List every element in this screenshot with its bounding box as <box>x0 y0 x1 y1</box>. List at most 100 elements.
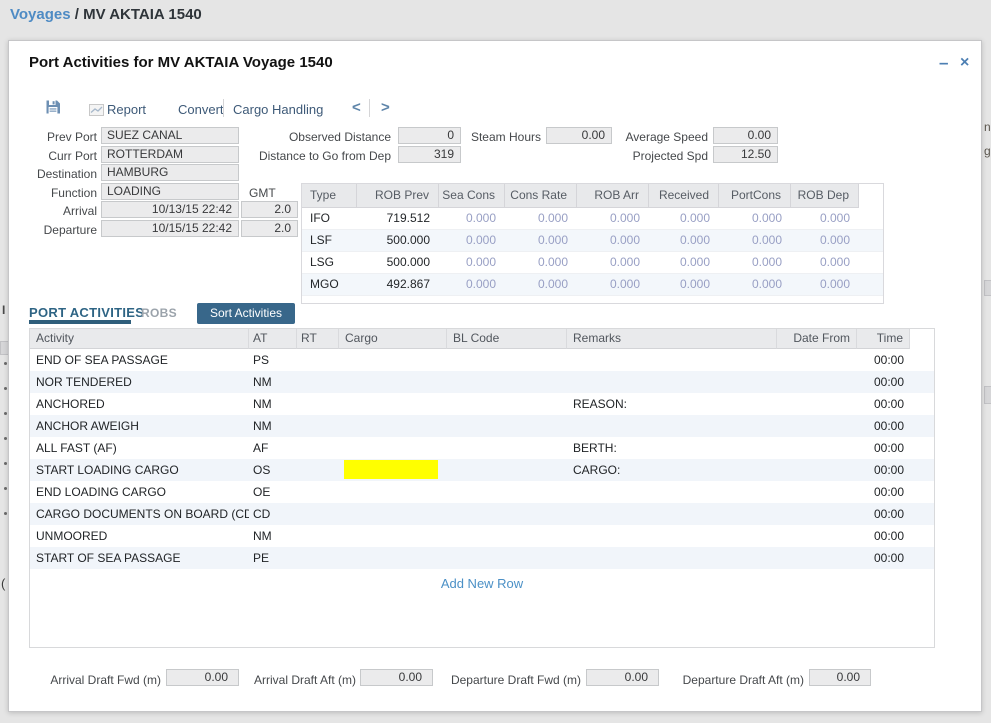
rob-prev-cell[interactable]: 500.000 <box>357 252 439 273</box>
destination-field[interactable]: HAMBURG <box>101 164 239 181</box>
dialog-title: Port Activities for MV AKTAIA Voyage 154… <box>29 54 333 71</box>
average-speed-field[interactable]: 0.00 <box>713 127 778 144</box>
convert-button[interactable]: Convert <box>178 102 224 117</box>
background-bullet <box>4 387 7 390</box>
rob-arr-cell[interactable]: 0.000 <box>577 274 649 295</box>
cargo-highlight-field[interactable] <box>344 460 438 479</box>
gmt-arrival-field[interactable]: 2.0 <box>241 201 298 218</box>
activity-row[interactable]: NOR TENDERED NM 00:00 <box>30 371 934 393</box>
date-from-cell <box>777 547 857 569</box>
next-arrow-icon[interactable]: > <box>381 99 390 116</box>
time-cell[interactable]: 00:00 <box>857 371 910 393</box>
remarks-cell <box>567 371 777 393</box>
activity-row[interactable]: START OF SEA PASSAGE PE 00:00 <box>30 547 934 569</box>
curr-port-field[interactable]: ROTTERDAM <box>101 146 239 163</box>
time-cell[interactable]: 00:00 <box>857 503 910 525</box>
portcons-cell[interactable]: 0.000 <box>719 274 791 295</box>
breadcrumb-voyages-link[interactable]: Voyages <box>10 6 71 23</box>
arrival-field[interactable]: 10/13/15 22:42 <box>101 201 239 218</box>
activity-row[interactable]: START LOADING CARGO OS CARGO: 00:00 <box>30 459 934 481</box>
gmt-departure-field[interactable]: 2.0 <box>241 220 298 237</box>
rob-arr-cell[interactable]: 0.000 <box>577 208 649 229</box>
rob-prev-cell[interactable]: 500.000 <box>357 230 439 251</box>
background-fragment-text: I <box>2 303 5 317</box>
portcons-cell[interactable]: 0.000 <box>719 230 791 251</box>
rob-row-lsg: LSG 500.000 0.000 0.000 0.000 0.000 0.00… <box>302 252 883 274</box>
cons-rate-cell[interactable]: 0.000 <box>505 252 577 273</box>
rob-dep-cell[interactable]: 0.000 <box>791 208 859 229</box>
rob-row-mgo: MGO 492.867 0.000 0.000 0.000 0.000 0.00… <box>302 274 883 296</box>
prev-port-field[interactable]: SUEZ CANAL <box>101 127 239 144</box>
activity-row[interactable]: ALL FAST (AF) AF BERTH: 00:00 <box>30 437 934 459</box>
sea-cons-cell[interactable]: 0.000 <box>439 230 505 251</box>
rt-cell <box>297 371 339 393</box>
breadcrumb-current-voyage: MV AKTAIA 1540 <box>83 6 202 23</box>
projected-speed-field[interactable]: 12.50 <box>713 146 778 163</box>
activity-row[interactable]: END LOADING CARGO OE 00:00 <box>30 481 934 503</box>
activity-row[interactable]: CARGO DOCUMENTS ON BOARD (CD) CD 00:00 <box>30 503 934 525</box>
cargo-cell <box>339 371 447 393</box>
time-cell[interactable]: 00:00 <box>857 547 910 569</box>
port-activities-dialog: Port Activities for MV AKTAIA Voyage 154… <box>8 40 982 712</box>
departure-draft-fwd-label: Departure Draft Fwd (m) <box>449 673 581 687</box>
received-cell[interactable]: 0.000 <box>649 208 719 229</box>
tab-port-activities[interactable]: PORT ACTIVITIES <box>29 305 144 320</box>
departure-draft-fwd-field[interactable]: 0.00 <box>586 669 659 686</box>
rob-prev-cell[interactable]: 492.867 <box>357 274 439 295</box>
cons-rate-cell[interactable]: 0.000 <box>505 274 577 295</box>
received-cell[interactable]: 0.000 <box>649 274 719 295</box>
cons-rate-cell[interactable]: 0.000 <box>505 208 577 229</box>
portcons-cell[interactable]: 0.000 <box>719 208 791 229</box>
fuel-type-cell: IFO <box>302 208 357 229</box>
add-new-row-link[interactable]: Add New Row <box>30 576 934 591</box>
departure-field[interactable]: 10/15/15 22:42 <box>101 220 239 237</box>
sea-cons-cell[interactable]: 0.000 <box>439 252 505 273</box>
time-cell[interactable]: 00:00 <box>857 525 910 547</box>
rob-dep-cell[interactable]: 0.000 <box>791 230 859 251</box>
distance-to-go-field[interactable]: 319 <box>398 146 461 163</box>
portcons-cell[interactable]: 0.000 <box>719 252 791 273</box>
observed-distance-field[interactable]: 0 <box>398 127 461 144</box>
time-cell[interactable]: 00:00 <box>857 349 910 371</box>
received-cell[interactable]: 0.000 <box>649 252 719 273</box>
remarks-cell: BERTH: <box>567 437 777 459</box>
date-from-cell <box>777 459 857 481</box>
activity-row[interactable]: UNMOORED NM 00:00 <box>30 525 934 547</box>
rob-dep-cell[interactable]: 0.000 <box>791 252 859 273</box>
sea-cons-cell[interactable]: 0.000 <box>439 274 505 295</box>
rob-table-header-row: Type ROB Prev Sea Cons Cons Rate ROB Arr… <box>302 184 883 208</box>
arrival-draft-fwd-field[interactable]: 0.00 <box>166 669 239 686</box>
prev-arrow-icon[interactable]: < <box>352 99 361 116</box>
function-field[interactable]: LOADING <box>101 183 239 200</box>
departure-draft-aft-field[interactable]: 0.00 <box>809 669 871 686</box>
activity-row[interactable]: ANCHOR AWEIGH NM 00:00 <box>30 415 934 437</box>
rt-cell <box>297 393 339 415</box>
time-cell[interactable]: 00:00 <box>857 393 910 415</box>
close-icon[interactable]: × <box>960 54 969 72</box>
rob-arr-cell[interactable]: 0.000 <box>577 230 649 251</box>
rob-dep-cell[interactable]: 0.000 <box>791 274 859 295</box>
report-button[interactable]: Report <box>107 102 146 117</box>
received-cell[interactable]: 0.000 <box>649 230 719 251</box>
at-cell: CD <box>249 503 297 525</box>
rob-prev-cell[interactable]: 719.512 <box>357 208 439 229</box>
arrival-draft-aft-field[interactable]: 0.00 <box>360 669 433 686</box>
time-cell[interactable]: 00:00 <box>857 481 910 503</box>
activity-row[interactable]: ANCHORED NM REASON: 00:00 <box>30 393 934 415</box>
distance-to-go-label: Distance to Go from Dep <box>239 149 391 163</box>
rt-cell <box>297 503 339 525</box>
activity-row[interactable]: END OF SEA PASSAGE PS 00:00 <box>30 349 934 371</box>
rob-arr-cell[interactable]: 0.000 <box>577 252 649 273</box>
save-icon[interactable] <box>46 100 60 119</box>
cons-rate-cell[interactable]: 0.000 <box>505 230 577 251</box>
sort-activities-button[interactable]: Sort Activities <box>197 303 295 324</box>
date-from-cell <box>777 437 857 459</box>
time-cell[interactable]: 00:00 <box>857 459 910 481</box>
time-cell[interactable]: 00:00 <box>857 437 910 459</box>
cargo-handling-button[interactable]: Cargo Handling <box>233 102 323 117</box>
sea-cons-cell[interactable]: 0.000 <box>439 208 505 229</box>
time-cell[interactable]: 00:00 <box>857 415 910 437</box>
tab-robs[interactable]: ROBS <box>141 306 177 320</box>
steam-hours-field[interactable]: 0.00 <box>546 127 612 144</box>
minimize-icon[interactable]: – <box>939 53 948 73</box>
